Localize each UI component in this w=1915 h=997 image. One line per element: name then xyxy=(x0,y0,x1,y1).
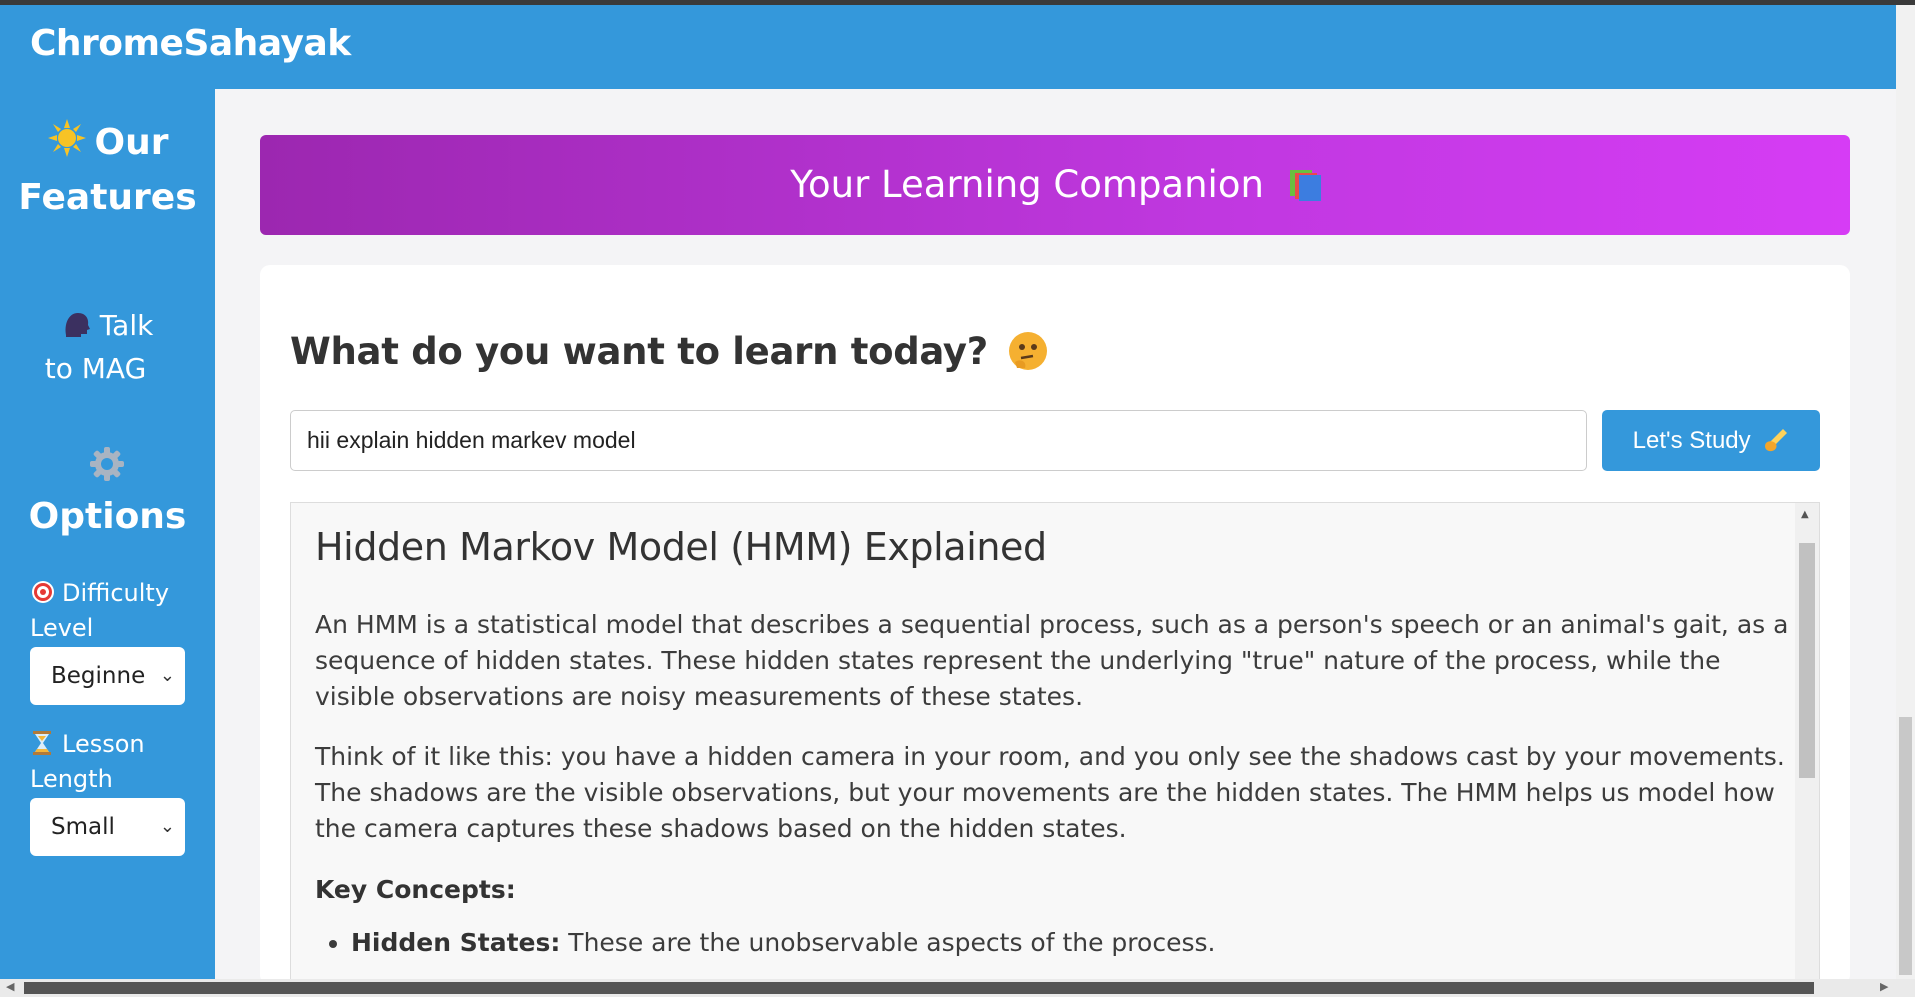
talk-line2[interactable]: to MAG xyxy=(0,347,203,390)
lesson-scrollbar[interactable]: ▲ xyxy=(1795,503,1819,984)
key-concepts-heading: Key Concepts: xyxy=(315,875,516,904)
main-card: What do you want to learn today? Let's S… xyxy=(260,265,1850,985)
list-item-text: These are the unobservable aspects of th… xyxy=(560,928,1216,957)
lesson-title: Hidden Markov Model (HMM) Explained xyxy=(315,525,1047,569)
thinking-face-icon xyxy=(1008,332,1047,370)
features-heading-line2: Features xyxy=(18,177,197,218)
list-item: Hidden States: These are the unobservabl… xyxy=(351,925,1791,961)
sun-icon xyxy=(47,119,86,157)
options-heading: Options xyxy=(28,496,187,537)
features-heading-line1: Our xyxy=(94,122,169,163)
books-icon xyxy=(1289,170,1321,201)
difficulty-select-value: Beginner xyxy=(51,663,146,689)
target-icon xyxy=(32,581,54,603)
banner-title: Your Learning Companion xyxy=(790,163,1264,206)
lesson-output[interactable]: Hidden Markov Model (HMM) Explained An H… xyxy=(290,502,1820,985)
difficulty-label-line1: Difficulty xyxy=(62,579,170,607)
scroll-up-arrow-icon[interactable]: ▲ xyxy=(1801,509,1809,520)
companion-banner: Your Learning Companion xyxy=(260,135,1850,235)
page-horizontal-scroll-thumb[interactable] xyxy=(24,982,1814,994)
list-item-term: Hidden States: xyxy=(351,928,561,957)
difficulty-select[interactable]: Beginner ⌄ xyxy=(30,647,185,705)
sidebar: Our Features Talk to MAG Options Difficu… xyxy=(0,89,215,979)
page-vertical-scroll-thumb[interactable] xyxy=(1899,717,1912,975)
scroll-left-arrow-icon[interactable]: ◀ xyxy=(6,980,14,993)
difficulty-label: Difficulty xyxy=(30,576,200,611)
speaking-head-icon xyxy=(65,313,90,337)
writing-hand-icon xyxy=(1765,429,1788,452)
page-vertical-scrollbar[interactable] xyxy=(1896,5,1915,979)
lets-study-button[interactable]: Let's Study xyxy=(1602,410,1820,471)
length-select[interactable]: Small ⌄ xyxy=(30,798,185,856)
scroll-right-arrow-icon[interactable]: ▶ xyxy=(1880,980,1888,993)
gear-icon xyxy=(88,445,126,487)
length-select-value: Small xyxy=(51,814,115,840)
question-text: What do you want to learn today? xyxy=(290,330,988,373)
talk-to-mag-link[interactable]: Talk xyxy=(0,304,215,347)
talk-line1: Talk xyxy=(99,309,154,342)
chevron-down-icon: ⌄ xyxy=(159,665,175,686)
difficulty-label-line2: Level xyxy=(30,614,94,642)
chevron-down-icon: ⌄ xyxy=(159,816,175,837)
app-header: ChromeSahayak xyxy=(0,5,1896,89)
topic-input[interactable] xyxy=(290,410,1587,471)
length-label: Lesson xyxy=(30,727,200,762)
lets-study-label: Let's Study xyxy=(1632,427,1751,454)
page-horizontal-scrollbar[interactable]: ◀ ▶ xyxy=(0,979,1915,997)
features-heading: Our xyxy=(0,115,215,171)
lesson-paragraph-2: Think of it like this: you have a hidden… xyxy=(315,742,1785,843)
length-label-line2: Length xyxy=(30,765,113,793)
app-title: ChromeSahayak xyxy=(30,23,351,64)
lesson-paragraph-1: An HMM is a statistical model that descr… xyxy=(315,610,1789,711)
hourglass-icon xyxy=(33,731,51,755)
lesson-scroll-thumb[interactable] xyxy=(1799,543,1815,778)
length-label-line1: Lesson xyxy=(62,730,145,758)
question-heading: What do you want to learn today? xyxy=(290,330,1047,373)
key-concepts-list: Hidden States: These are the unobservabl… xyxy=(351,925,1791,961)
